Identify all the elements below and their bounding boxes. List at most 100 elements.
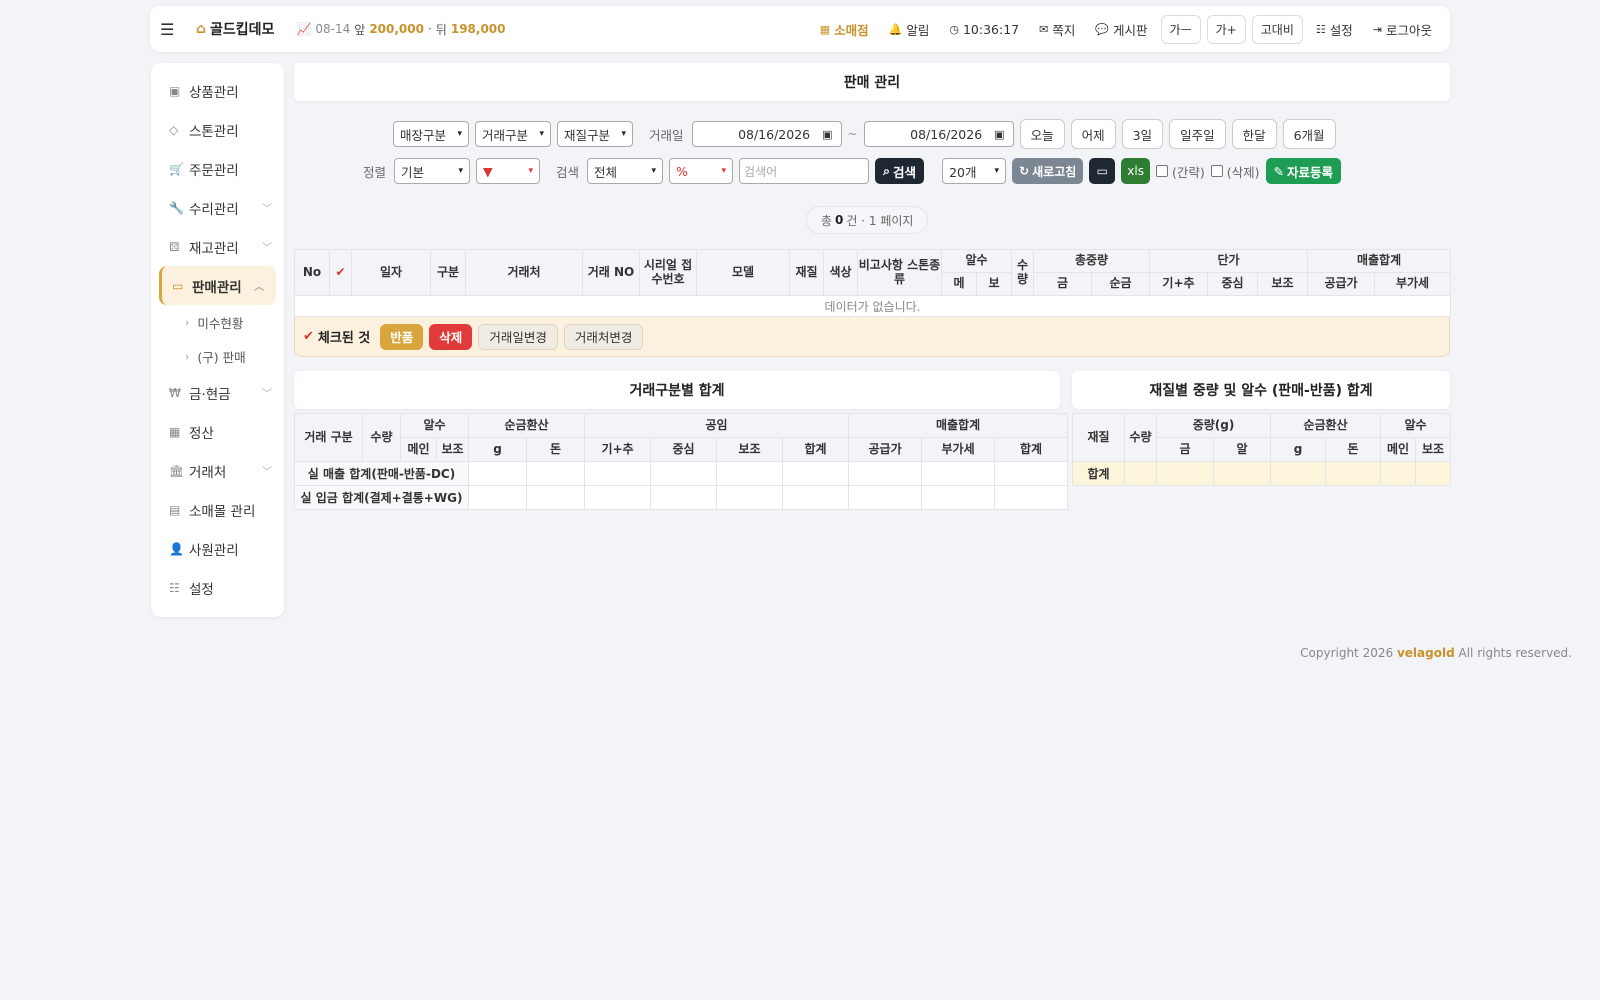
return-button[interactable]: 반품 xyxy=(380,323,424,350)
sidebar-subitem-receivables[interactable]: › 미수현황 xyxy=(151,305,284,339)
quick-today-button[interactable]: 오늘 xyxy=(1019,119,1065,149)
sidebar-item-sales[interactable]: ▭ 판매관리 ︿ xyxy=(159,266,276,305)
sidebar-item-orders[interactable]: 🛒 주문관리 xyxy=(151,149,284,188)
logout-icon: ⇥ xyxy=(1372,22,1382,36)
date-from-input[interactable]: 08/16/2026 ▣ xyxy=(691,121,842,147)
copyright-brand[interactable]: velagold xyxy=(1397,646,1455,660)
col-weight-gold[interactable]: 금 xyxy=(1033,272,1092,296)
sort-label: 정렬 xyxy=(363,164,387,180)
sort-select[interactable]: 기본 ▾ xyxy=(394,158,471,184)
col-serial[interactable]: 시리얼 접수번호 xyxy=(639,249,697,296)
col-stone-sub[interactable]: 보 xyxy=(976,272,1012,296)
sum-col-main: 메인 xyxy=(400,437,437,462)
mat-col-gold: 금 xyxy=(1156,437,1214,462)
sidebar-item-gold-cash[interactable]: ₩ 금·현금 ﹀ xyxy=(151,373,284,412)
brief-checkbox[interactable]: (간략) xyxy=(1155,162,1205,181)
logout-link[interactable]: ⇥ 로그아웃 xyxy=(1365,20,1440,39)
excel-export-button[interactable]: xls xyxy=(1121,158,1150,184)
trade-type-summary-title: 거래구분별 합계 xyxy=(294,371,1060,409)
col-check[interactable]: ✔ xyxy=(329,249,352,296)
sum-col-supply: 공급가 xyxy=(848,437,923,462)
search-operator-value: % xyxy=(676,163,688,179)
col-color[interactable]: 색상 xyxy=(823,249,858,296)
col-stone-main[interactable]: 메 xyxy=(941,272,977,296)
col-price-aux[interactable]: 보조 xyxy=(1256,272,1309,296)
checkbox-box[interactable] xyxy=(1155,165,1168,177)
change-date-button[interactable]: 거래일변경 xyxy=(478,323,558,350)
alert-link[interactable]: 🔔 알림 xyxy=(881,20,938,39)
message-label: 쪽지 xyxy=(1052,22,1076,38)
main-content: 판매 관리 매장구분 ▾ 거래구분 ▾ 재질구분 ▾ 거래일 08/16/202… xyxy=(293,63,1452,510)
col-trade-no[interactable]: 거래 NO xyxy=(582,249,640,296)
sidebar-item-partners[interactable]: 🏛 거래처 ﹀ xyxy=(151,451,284,490)
page-size-select[interactable]: 20개 ▾ xyxy=(942,158,1007,184)
sidebar-item-settings[interactable]: ☷ 설정 xyxy=(151,568,284,607)
chevron-down-icon: ﹀ xyxy=(262,467,272,478)
col-material[interactable]: 재질 xyxy=(789,249,824,296)
chevron-down-icon: ▾ xyxy=(539,129,544,139)
register-button[interactable]: ✎ 자료등록 xyxy=(1265,158,1342,184)
col-model[interactable]: 모델 xyxy=(696,249,790,296)
board-link[interactable]: 💬 게시판 xyxy=(1087,20,1155,39)
sidebar-item-label: 상품관리 xyxy=(189,84,239,101)
settings-link[interactable]: ☷ 설정 xyxy=(1308,20,1361,39)
font-decrease-button[interactable]: 가ㅡ xyxy=(1160,14,1201,44)
col-no[interactable]: No xyxy=(294,249,330,296)
count-total: 0 xyxy=(835,213,844,227)
col-type[interactable]: 구분 xyxy=(430,249,466,296)
change-partner-button[interactable]: 거래처변경 xyxy=(563,323,644,350)
sidebar-item-stones[interactable]: ◇ 스톤관리 xyxy=(151,110,284,149)
quick-3days-button[interactable]: 3일 xyxy=(1121,119,1164,149)
date-to-input[interactable]: 08/16/2026 ▣ xyxy=(863,121,1014,147)
deleted-checkbox[interactable]: (삭제) xyxy=(1210,162,1260,181)
message-link[interactable]: ✉ 쪽지 xyxy=(1031,20,1083,39)
refresh-button-label: 새로고침 xyxy=(1032,164,1077,179)
delete-button[interactable]: 삭제 xyxy=(429,323,473,350)
col-weight-pure[interactable]: 순금 xyxy=(1091,272,1150,296)
mat-col-main: 메인 xyxy=(1380,437,1417,462)
high-contrast-button[interactable]: 고대비 xyxy=(1251,14,1303,44)
chevron-down-icon: ﹀ xyxy=(262,204,272,215)
col-price-base[interactable]: 기+추 xyxy=(1149,272,1208,296)
quick-week-button[interactable]: 일주일 xyxy=(1169,119,1226,149)
search-input[interactable]: 검색어 xyxy=(739,158,870,184)
sidebar-item-staff[interactable]: 👤 사원관리 xyxy=(151,529,284,568)
search-button[interactable]: ⌕ 검색 xyxy=(875,158,925,184)
sidebar-subitem-old-sales[interactable]: › (구) 판매 xyxy=(151,339,284,373)
col-qty[interactable]: 수량 xyxy=(1011,249,1034,296)
col-unit-price: 단가 xyxy=(1148,249,1309,273)
trade-type-select[interactable]: 거래구분 ▾ xyxy=(475,121,551,147)
col-vat[interactable]: 부가세 xyxy=(1374,272,1452,296)
search-field-select[interactable]: 전체 ▾ xyxy=(587,158,664,184)
display-toggle-button[interactable]: ▭ xyxy=(1089,158,1116,184)
brand-link[interactable]: ⌂ 골드킵데모 xyxy=(196,19,274,39)
quick-yesterday-button[interactable]: 어제 xyxy=(1070,119,1116,149)
col-remark[interactable]: 비고사항 스톤종류 xyxy=(857,249,942,296)
shop-icon: ▦ xyxy=(819,22,831,36)
col-date[interactable]: 일자 xyxy=(351,249,431,296)
menu-icon[interactable]: ☰ xyxy=(160,20,190,39)
sidebar-item-retail-mall[interactable]: ▤ 소매몰 관리 xyxy=(151,490,284,529)
store-link[interactable]: ▦ 소매점 xyxy=(812,20,877,39)
sidebar-item-settlement[interactable]: ▦ 정산 xyxy=(151,412,284,451)
col-price-center[interactable]: 중심 xyxy=(1207,272,1258,296)
sidebar-item-products[interactable]: ▣ 상품관리 xyxy=(151,71,284,110)
mat-col-stone-weight: 알 xyxy=(1212,437,1272,462)
sidebar-item-inventory[interactable]: ⚄ 재고관리 ﹀ xyxy=(151,227,284,266)
chart-icon: 📈 xyxy=(296,22,312,36)
quick-6months-button[interactable]: 6개월 xyxy=(1282,119,1336,149)
sidebar-item-repairs[interactable]: 🔧 수리관리 ﹀ xyxy=(151,188,284,227)
refresh-button[interactable]: ↻ 새로고침 xyxy=(1012,158,1084,184)
material-type-select[interactable]: 재질구분 ▾ xyxy=(557,121,633,147)
col-supply[interactable]: 공급가 xyxy=(1307,272,1376,296)
sort-direction-select[interactable]: ▼ ▾ xyxy=(476,158,541,184)
mat-col-weight: 중량(g) xyxy=(1155,413,1272,438)
store-type-select[interactable]: 매장구분 ▾ xyxy=(393,121,469,147)
col-partner[interactable]: 거래처 xyxy=(465,249,583,296)
ticker-back-label: 뒤 xyxy=(435,22,447,37)
font-increase-button[interactable]: 가+ xyxy=(1206,14,1246,44)
checkbox-box[interactable] xyxy=(1210,165,1223,177)
search-operator-select[interactable]: % ▾ xyxy=(669,158,734,184)
chevron-down-icon: ▾ xyxy=(458,166,464,176)
quick-month-button[interactable]: 한달 xyxy=(1231,119,1277,149)
